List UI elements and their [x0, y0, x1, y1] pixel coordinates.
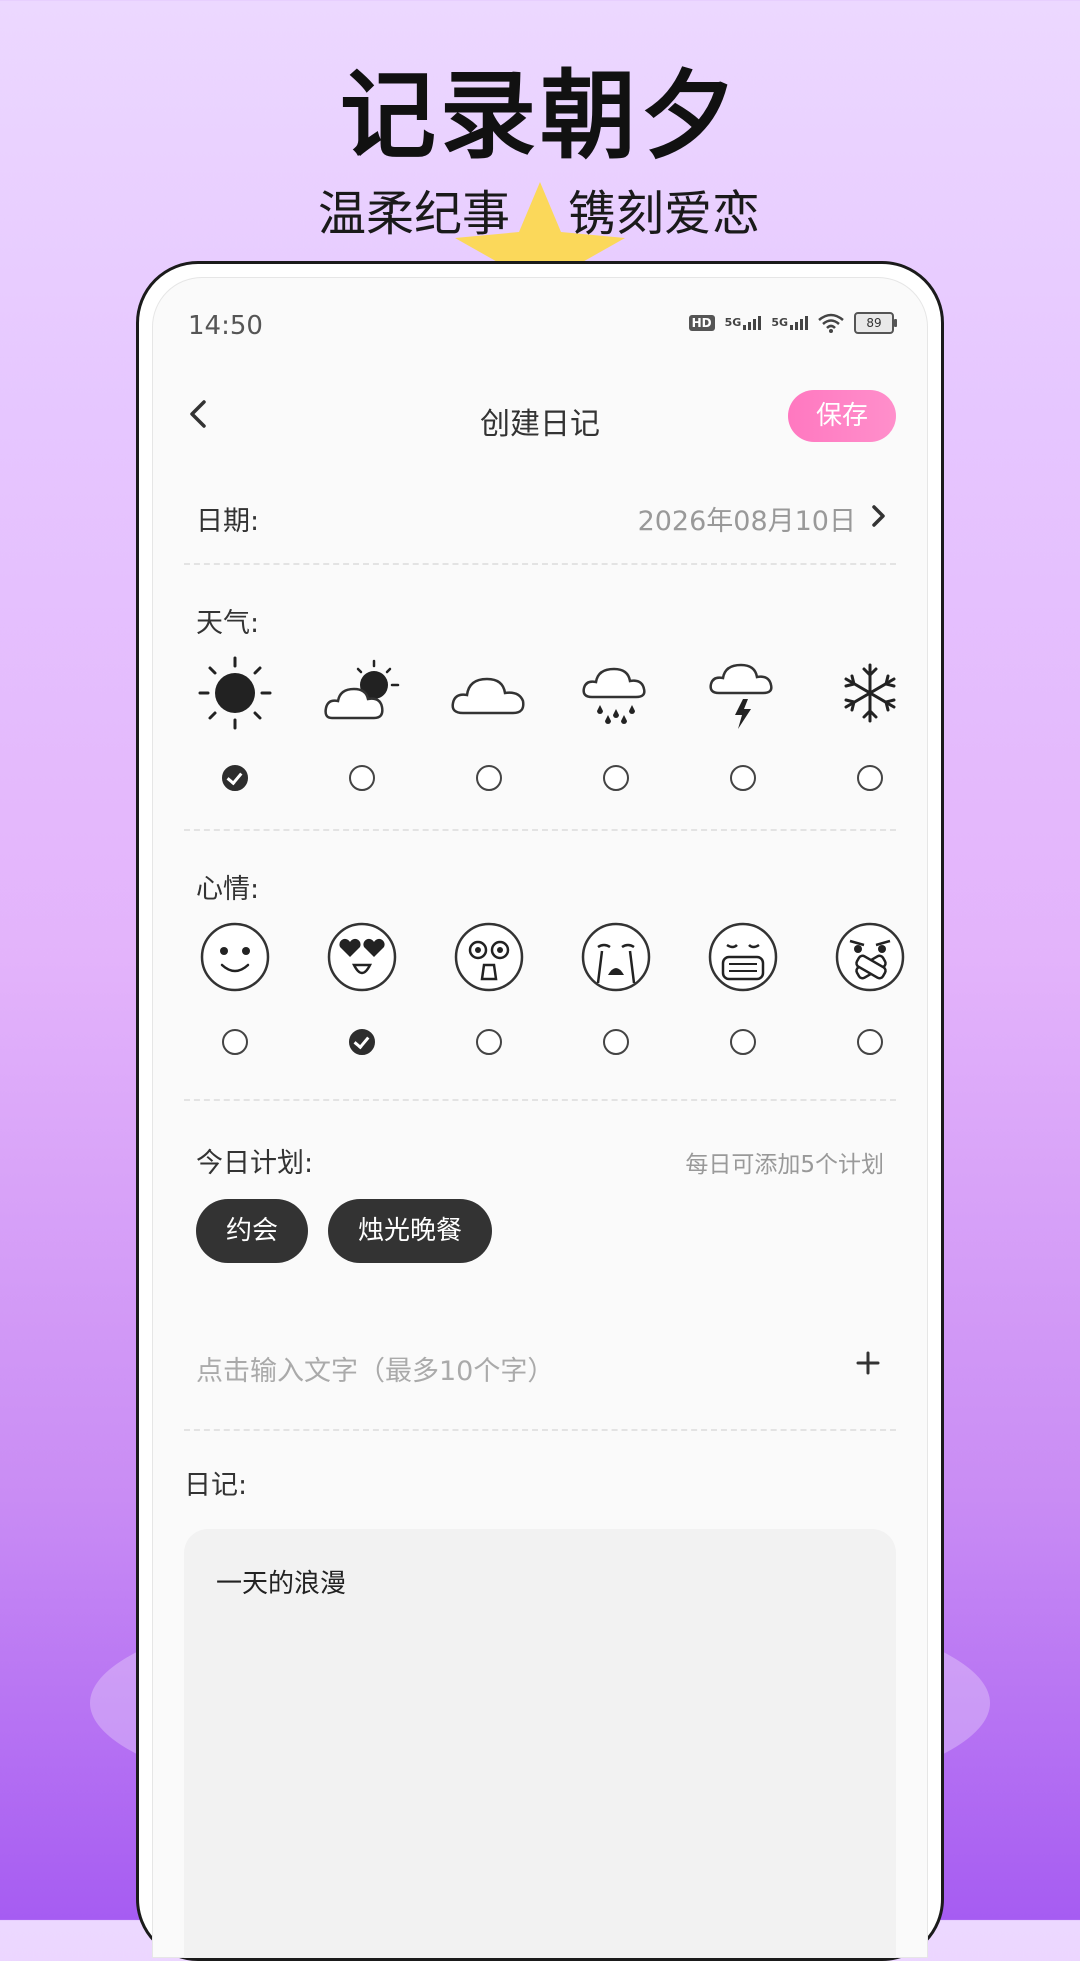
wifi-icon: [818, 313, 844, 333]
mood-option-shocked[interactable]: [444, 917, 534, 1077]
add-plan-button[interactable]: [852, 1347, 884, 1379]
nav-bar: 创建日记 保存: [152, 367, 928, 467]
plan-chips: 约会 烛光晚餐: [196, 1199, 493, 1263]
save-button[interactable]: 保存: [788, 390, 896, 442]
date-row[interactable]: 日期: 2026年08月10日: [184, 467, 896, 565]
weather-option-sunny[interactable]: [190, 653, 280, 813]
mood-option-crying[interactable]: [571, 917, 661, 1077]
weather-options: [190, 653, 896, 813]
smile-face-icon: [200, 922, 270, 992]
mood-section: 心情:: [184, 829, 905, 1101]
mood-options: [190, 917, 905, 1077]
plan-label: 今日计划:: [196, 1148, 314, 1179]
sunny-icon: [198, 656, 272, 730]
hd-icon: HD: [688, 315, 715, 331]
partly-cloudy-icon: [324, 659, 400, 720]
weather-label: 天气:: [196, 608, 260, 639]
status-bar: 14:50 HD 5G 5G 89: [152, 277, 928, 367]
plan-section: 今日计划: 每日可添加5个计划 约会 烛光晚餐 点击输入文字（最多10个字）: [184, 1099, 896, 1431]
status-time: 14:50: [188, 311, 263, 341]
status-icons: HD 5G 5G 89: [688, 307, 897, 339]
plan-chip[interactable]: 烛光晚餐: [328, 1199, 493, 1263]
weather-radio[interactable]: [349, 765, 375, 791]
plan-chip[interactable]: 约会: [196, 1199, 309, 1263]
hero-title: 记录朝夕: [340, 60, 740, 172]
date-value[interactable]: 2026年08月10日: [638, 499, 856, 538]
mood-radio[interactable]: [603, 1029, 629, 1055]
phone-frame: 14:50 HD 5G 5G 89 创建日记 保存 日期: 2026年08月10…: [136, 261, 944, 1961]
mood-radio-checked[interactable]: [349, 1029, 375, 1055]
shocked-face-icon: [454, 922, 524, 992]
mood-radio[interactable]: [857, 1029, 883, 1055]
mood-label: 心情:: [196, 874, 260, 905]
mask-face-icon: [708, 922, 778, 992]
chevron-right-icon[interactable]: [866, 501, 890, 531]
diary-label: 日记:: [184, 1470, 248, 1501]
weather-radio[interactable]: [603, 765, 629, 791]
mood-option-smile[interactable]: [190, 917, 280, 1077]
weather-option-partly-cloudy[interactable]: [317, 653, 407, 813]
weather-radio[interactable]: [730, 765, 756, 791]
hero-subtitle: 温柔纪事 镌刻爱恋: [0, 182, 1080, 264]
bandaged-face-icon: [835, 922, 905, 992]
diary-content: 一天的浪漫: [216, 1569, 347, 1599]
weather-section: 天气:: [184, 563, 896, 831]
plan-hint: 每日可添加5个计划: [685, 1152, 884, 1178]
thunderstorm-icon: [709, 663, 773, 729]
mood-radio[interactable]: [222, 1029, 248, 1055]
cloudy-icon: [451, 677, 525, 715]
mood-option-heart-eyes[interactable]: [317, 917, 407, 1077]
heart-eyes-face-icon: [327, 922, 397, 992]
app-screen: 14:50 HD 5G 5G 89 创建日记 保存 日期: 2026年08月10…: [152, 277, 928, 1958]
weather-option-rain[interactable]: [571, 653, 661, 813]
weather-radio-checked[interactable]: [222, 765, 248, 791]
signal-5g-icon: 5G: [725, 316, 762, 330]
plan-input[interactable]: 点击输入文字（最多10个字）: [196, 1349, 554, 1388]
hero-subtitle-right: 镌刻爱恋: [568, 186, 761, 242]
weather-radio[interactable]: [476, 765, 502, 791]
weather-option-thunderstorm[interactable]: [698, 653, 788, 813]
weather-option-snow[interactable]: [825, 653, 915, 813]
rain-icon: [582, 667, 646, 724]
date-label: 日期:: [196, 506, 260, 537]
battery-icon: 89: [854, 312, 897, 334]
diary-textarea[interactable]: 一天的浪漫: [184, 1529, 896, 1958]
mood-radio[interactable]: [730, 1029, 756, 1055]
snow-icon: [844, 663, 896, 723]
hero-subtitle-left: 温柔纪事: [317, 186, 510, 242]
weather-option-cloudy[interactable]: [444, 653, 534, 813]
mood-option-mask[interactable]: [698, 917, 788, 1077]
weather-radio[interactable]: [857, 765, 883, 791]
mood-option-bandaged[interactable]: [825, 917, 915, 1077]
mood-radio[interactable]: [476, 1029, 502, 1055]
signal-5g-icon: 5G: [771, 316, 808, 330]
crying-face-icon: [581, 922, 651, 992]
